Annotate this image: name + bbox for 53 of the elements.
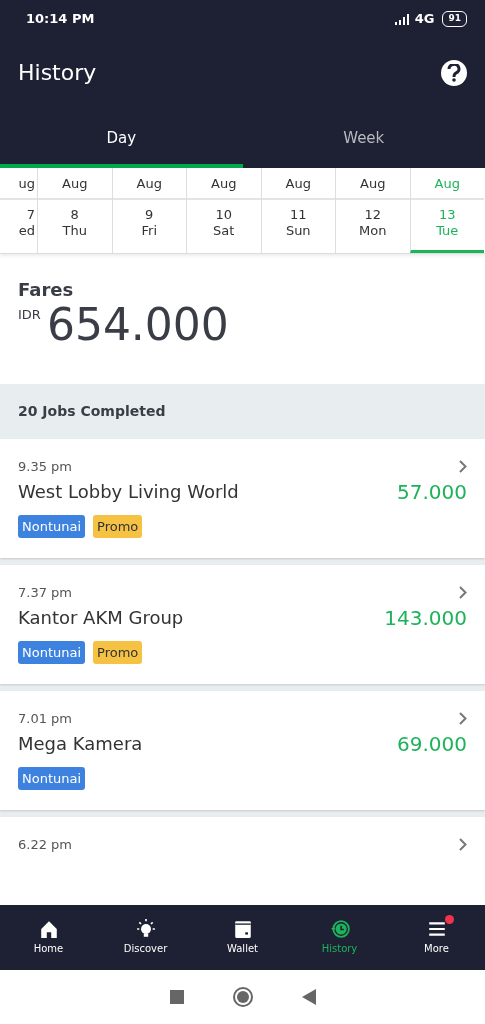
date-cell[interactable]: Aug 11 Sun [260,168,335,253]
nav-item[interactable]: Home [0,905,97,970]
home-icon [38,919,59,939]
nav-item[interactable]: More [388,905,485,970]
date-cell[interactable]: Aug 9 Fri [111,168,186,253]
help-icon[interactable] [441,60,467,86]
payment-tag: Nontunai [18,514,86,538]
job-fare: 57.000 [397,478,467,506]
back-icon[interactable] [301,989,316,1005]
job-card[interactable]: 7.01 pm Mega Kamera 69.000 Nontunai [0,691,485,810]
currency-label: IDR [18,306,41,324]
chevron-icon [459,586,467,600]
job-card[interactable]: 9.35 pm West Lobby Living World 57.000 Nontunai Promo [0,439,485,558]
date-cell[interactable]: Aug 8 Thu [37,168,112,253]
signal-icon [394,13,411,25]
lightbulb-icon [135,919,156,939]
status-time: 10:14 PM [26,10,95,29]
job-time: 7.01 pm [18,710,72,728]
payment-tag: Nontunai [18,640,86,664]
menu-icon [426,919,447,939]
date-cell[interactable]: Aug 12 Mon [335,168,410,253]
date-cell[interactable]: ug 7 ed [0,168,37,253]
place-name: Kantor AKM Group [18,606,184,630]
job-time: 7.37 pm [18,584,72,602]
nav-item[interactable]: History [291,905,388,970]
payment-tag: Nontunai [18,766,86,790]
job-card[interactable]: 6.22 pm [0,817,485,905]
place-name: Mega Kamera [18,732,143,756]
recents-icon[interactable] [169,990,184,1004]
promo-tag: Promo [93,640,143,664]
date-cell[interactable]: Aug 10 Sat [186,168,261,253]
job-time: 9.35 pm [18,458,72,476]
chevron-icon [459,838,467,852]
chevron-icon [459,712,467,726]
page-title: History [18,59,97,87]
jobs-count: 20 Jobs Completed [0,384,485,439]
wallet-icon [232,919,253,939]
job-fare: 143.000 [384,604,467,632]
tab[interactable]: Week [242,108,485,168]
chevron-icon [459,460,467,474]
network-label: 4G [414,10,435,29]
home-button-icon[interactable] [231,986,254,1008]
battery-indicator: 91 [442,11,467,27]
place-name: West Lobby Living World [18,480,239,504]
clock-icon [329,919,350,939]
nav-item[interactable]: Discover [97,905,194,970]
nav-item[interactable]: Wallet [194,905,291,970]
promo-tag: Promo [93,514,143,538]
fares-label: Fares [18,278,75,302]
job-fare: 69.000 [397,730,467,758]
job-time: 6.22 pm [18,836,72,854]
fare-total: 654.000 [46,303,229,347]
job-card[interactable]: 7.37 pm Kantor AKM Group 143.000 Nontunai Promo [0,565,485,684]
